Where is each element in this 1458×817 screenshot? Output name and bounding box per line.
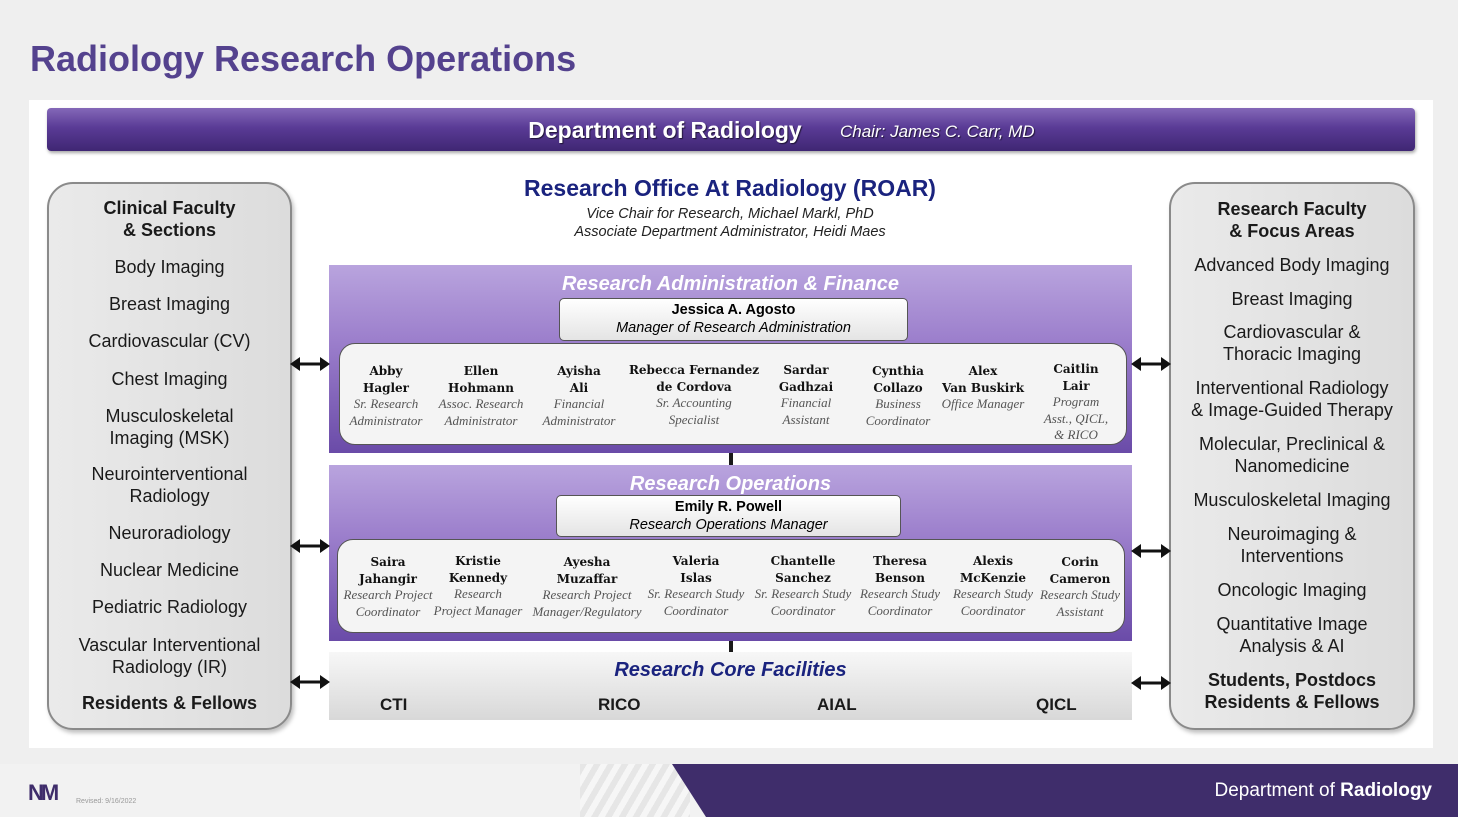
double-arrow-icon [1131, 357, 1171, 371]
banner-chair: Chair: James C. Carr, MD [840, 122, 1035, 141]
double-arrow-icon [1131, 676, 1171, 690]
manager-role: Manager of Research Administration [616, 320, 851, 336]
panel-title: Clinical Faculty & Sections [103, 198, 236, 240]
core-facilities-section: Research Core Facilities CTI RICO AIAL Q… [329, 652, 1132, 720]
core-facility: RICO [598, 695, 641, 714]
banner-department: Department of Radiology [528, 117, 802, 143]
manager-box: Emily R. Powell Research Operations Mana… [556, 495, 901, 537]
staff-box: Saira Jahangir Research Project Coordinat… [337, 539, 1125, 633]
core-facility: QICL [1036, 695, 1077, 714]
manager-box: Jessica A. Agosto Manager of Research Ad… [559, 298, 908, 341]
focus-item: Breast Imaging [1231, 289, 1353, 309]
section-item: Body Imaging [114, 257, 225, 277]
staff-member: Cynthia Collazo Business Coordinator [865, 364, 931, 428]
page-title: Radiology Research Operations [30, 38, 577, 79]
focus-item: Advanced Body Imaging [1194, 255, 1390, 275]
manager-name: Jessica A. Agosto [671, 302, 796, 318]
footer-stripes [580, 764, 690, 817]
staff-member: Kristie Kennedy Research Project Manager [433, 554, 523, 618]
section-item: Musculoskeletal Imaging (MSK) [105, 406, 234, 448]
section-item: Nuclear Medicine [99, 560, 240, 580]
section-item: Cardiovascular (CV) [88, 331, 251, 351]
panel-title: Research Faculty & Focus Areas [1217, 199, 1367, 241]
staff-member: Ellen Hohmann Assoc. Research Administrat… [438, 364, 524, 428]
clinical-faculty-panel: Clinical Faculty & Sections Body Imaging… [47, 182, 292, 730]
section-item: Neurointerventional Radiology [91, 464, 248, 506]
staff-member: Alex Van Buskirk Office Manager [941, 364, 1025, 411]
staff-member: Ayesha Muzaffar Research Project Manager/… [532, 555, 642, 619]
staff-member: Theresa Benson Research Study Coordinator [859, 554, 941, 618]
revised-date: Revised: 9/16/2022 [76, 798, 137, 805]
focus-item: Cardiovascular & Thoracic Imaging [1222, 322, 1362, 364]
double-arrow-icon [290, 675, 330, 689]
staff-member: Ayisha Ali Financial Administrator [542, 364, 616, 428]
focus-item: Interventional Radiology & Image-Guided … [1191, 378, 1393, 420]
panel-footer: Residents & Fellows [81, 693, 258, 713]
staff-member: Chantelle Sanchez Sr. Research Study Coor… [754, 554, 852, 618]
footer-dept-bold: Radiology [1340, 780, 1432, 801]
staff-member: Abby Hagler Sr. Research Administrator [349, 364, 423, 428]
manager-role: Research Operations Manager [629, 517, 828, 533]
footer-department: Department of Radiology [1214, 780, 1432, 802]
footer-dept-prefix: Department of [1214, 780, 1341, 801]
focus-item: Musculoskeletal Imaging [1193, 490, 1391, 510]
section-item: Vascular Interventional Radiology (IR) [78, 635, 261, 677]
nm-logo-icon: NM [28, 780, 59, 805]
section-item: Chest Imaging [111, 369, 228, 389]
staff-member: Corin Cameron Research Study Assistant [1039, 555, 1121, 619]
staff-box: Abby Hagler Sr. Research Administrator El… [339, 343, 1127, 445]
roar-vice-chair: Vice Chair for Research, Michael Markl, … [586, 206, 874, 222]
focus-item: Neuroimaging & Interventions [1227, 524, 1357, 566]
roar-administrator: Associate Department Administrator, Heid… [574, 224, 886, 240]
manager-name: Emily R. Powell [674, 499, 783, 515]
department-banner: Department of Radiology Chair: James C. … [47, 108, 1415, 151]
focus-item: Molecular, Preclinical & Nanomedicine [1198, 434, 1386, 476]
staff-member: Saira Jahangir Research Project Coordinat… [343, 555, 433, 619]
section-title: Research Operations [629, 473, 832, 495]
panel-footer: Students, Postdocs Residents & Fellows [1204, 670, 1380, 712]
admin-finance-section: Research Administration & Finance Jessic… [329, 265, 1132, 453]
research-faculty-panel: Research Faculty & Focus Areas Advanced … [1169, 182, 1415, 730]
connector-line [729, 452, 733, 466]
section-title: Research Administration & Finance [561, 273, 900, 295]
focus-item: Quantitative Image Analysis & AI [1216, 614, 1368, 656]
focus-item: Oncologic Imaging [1217, 580, 1367, 600]
double-arrow-icon [290, 539, 330, 553]
staff-member: Rebecca Fernandez de Cordova Sr. Accounti… [628, 363, 760, 427]
section-item: Breast Imaging [108, 294, 231, 314]
operations-section: Research Operations Emily R. Powell Rese… [329, 465, 1132, 641]
staff-member: Caitlin Lair Program Asst., QICL, & RICO [1043, 362, 1109, 442]
roar-title: Research Office At Radiology (ROAR) [524, 175, 936, 201]
section-item: Neuroradiology [108, 523, 231, 543]
staff-member: Sardar Gadhzai Financial Assistant [778, 363, 834, 427]
core-facility: AIAL [817, 695, 857, 714]
staff-member: Alexis McKenzie Research Study Coordinato… [952, 554, 1034, 618]
section-item: Pediatric Radiology [91, 597, 248, 617]
double-arrow-icon [1131, 544, 1171, 558]
staff-member: Valeria Islas Sr. Research Study Coordina… [647, 554, 745, 618]
core-facility: CTI [380, 695, 408, 714]
double-arrow-icon [290, 357, 330, 371]
section-title: Research Core Facilities [614, 659, 847, 681]
